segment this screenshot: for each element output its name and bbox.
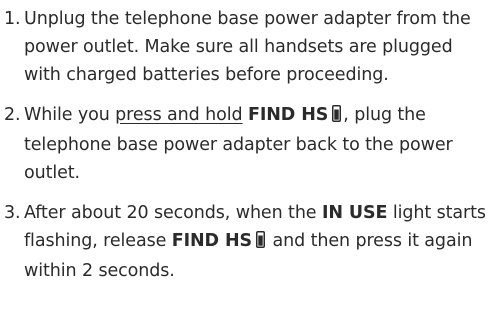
step-number: 3.	[4, 203, 21, 223]
step-3: 3. After about 20 seconds, when the IN U…	[4, 199, 494, 285]
press-and-hold-underlined: press and hold	[115, 105, 243, 125]
handset-icon	[332, 103, 342, 131]
in-use-key: IN USE	[321, 203, 388, 223]
step-1: 1. Unplug the telephone base power adapt…	[4, 5, 494, 89]
step-text: After about 20 seconds, when the IN USE …	[24, 199, 494, 285]
find-hs-key: FIND HS	[247, 105, 329, 125]
step-number: 1.	[4, 9, 21, 29]
find-hs-key: FIND HS	[171, 231, 253, 251]
step-text: Unplug the telephone base power adapter …	[24, 9, 471, 85]
step-2: 2. While you press and hold FIND HS, plu…	[4, 101, 494, 187]
instruction-steps: 1. Unplug the telephone base power adapt…	[4, 5, 494, 297]
step-text-pre: After about 20 seconds, when the	[24, 203, 322, 223]
handset-icon	[256, 229, 266, 257]
step-text-pre: While you	[24, 105, 116, 125]
step-text: While you press and hold FIND HS, plug t…	[24, 101, 494, 187]
step-number: 2.	[4, 105, 21, 125]
